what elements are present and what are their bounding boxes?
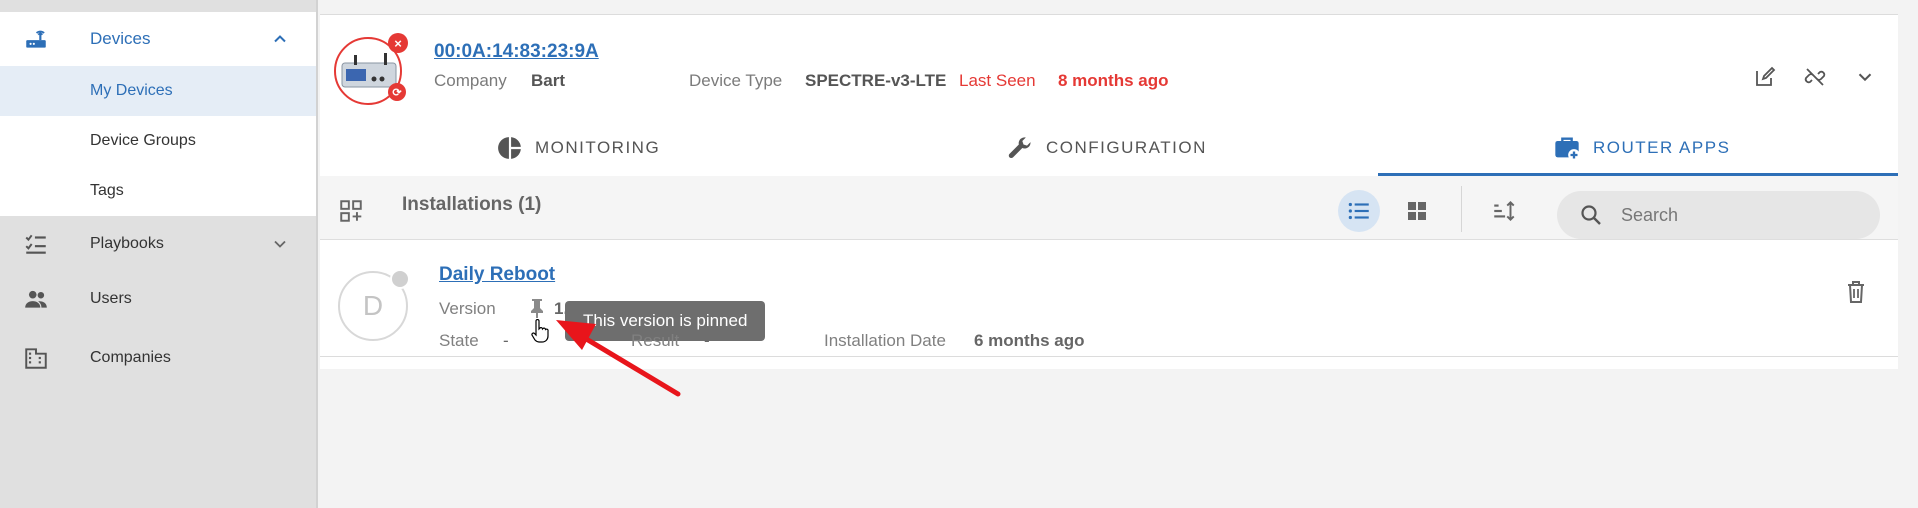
sidebar-item-tags[interactable]: Tags — [0, 166, 316, 216]
installation-date-value: 6 months ago — [974, 331, 1085, 350]
sidebar-item-label: Users — [90, 289, 132, 307]
result-label: Result — [631, 331, 680, 350]
device-card: × ⟳ 00:0A:14:83:23:9A Company Bart Devic… — [320, 14, 1898, 369]
sidebar: Devices My Devices Device Groups Tags Pl… — [0, 0, 318, 508]
device-type-label: Device Type — [689, 71, 783, 90]
delete-icon[interactable] — [1841, 277, 1871, 307]
list-view-icon[interactable] — [1338, 190, 1380, 232]
checklist-icon — [22, 230, 50, 258]
add-app-grid-icon[interactable] — [330, 190, 372, 232]
tab-configuration[interactable]: CONFIGURATION — [1006, 123, 1207, 173]
tab-label: MONITORING — [535, 138, 661, 157]
pie-chart-icon — [498, 137, 521, 159]
installations-toolbar: Installations (1) — [320, 176, 1898, 240]
building-icon — [22, 344, 50, 372]
disconnected-badge-icon: × — [388, 33, 408, 53]
search-icon — [1581, 205, 1601, 225]
result-value: - — [704, 331, 710, 350]
search-input[interactable] — [1621, 202, 1861, 228]
installation-row: D Daily Reboot Version 1.1 This version … — [320, 241, 1898, 357]
company-value: Bart — [531, 71, 566, 90]
installation-date-label: Installation Date — [824, 331, 946, 350]
sidebar-item-label: Device Groups — [90, 132, 196, 149]
sidebar-item-my-devices[interactable]: My Devices — [0, 66, 316, 116]
last-seen-value: 8 months ago — [1058, 71, 1169, 90]
sidebar-item-label: My Devices — [90, 82, 173, 99]
tab-label: ROUTER APPS — [1593, 138, 1731, 157]
sidebar-item-playbooks[interactable]: Playbooks — [0, 216, 316, 271]
sidebar-item-device-groups[interactable]: Device Groups — [0, 116, 316, 166]
devices-section: Devices My Devices Device Groups Tags — [0, 12, 316, 216]
toolbar-divider — [1461, 186, 1462, 232]
app-name-link[interactable]: Daily Reboot — [439, 264, 555, 286]
status-dot — [390, 269, 410, 289]
sidebar-item-label: Playbooks — [90, 234, 164, 252]
tab-bar: MONITORING CONFIGURATION ROUTER APPS — [320, 123, 1898, 173]
sidebar-item-label: Devices — [90, 29, 151, 48]
device-mac-link[interactable]: 00:0A:14:83:23:9A — [434, 41, 599, 63]
tab-monitoring[interactable]: MONITORING — [497, 123, 660, 173]
wrench-icon — [1008, 137, 1031, 159]
hand-cursor-icon — [530, 318, 550, 348]
main-content: × ⟳ 00:0A:14:83:23:9A Company Bart Devic… — [320, 0, 1918, 508]
installations-title: Installations (1) — [402, 194, 542, 215]
sidebar-item-users[interactable]: Users — [0, 271, 316, 326]
people-icon — [22, 285, 50, 313]
search-box[interactable] — [1557, 191, 1880, 239]
tab-router-apps[interactable]: ROUTER APPS — [1553, 123, 1730, 173]
version-label: Version — [439, 299, 496, 318]
sidebar-item-devices[interactable]: Devices — [0, 12, 316, 66]
last-seen-label: Last Seen — [959, 71, 1036, 90]
sidebar-item-label: Tags — [90, 182, 124, 199]
chevron-down-icon[interactable] — [1850, 62, 1880, 92]
sidebar-item-companies[interactable]: Companies — [0, 326, 316, 390]
tab-label: CONFIGURATION — [1046, 138, 1207, 157]
edit-icon[interactable] — [1750, 62, 1780, 92]
grid-view-icon[interactable] — [1396, 190, 1438, 232]
chevron-down-icon[interactable] — [270, 234, 290, 254]
unlink-icon[interactable] — [1800, 62, 1830, 92]
company-label: Company — [434, 71, 507, 90]
state-value: - — [503, 331, 509, 350]
device-type-value: SPECTRE-v3-LTE — [805, 71, 947, 90]
briefcase-plus-icon — [1555, 137, 1580, 161]
state-label: State — [439, 331, 479, 350]
sync-error-badge-icon: ⟳ — [388, 83, 406, 101]
router-icon — [22, 25, 50, 53]
sort-icon[interactable] — [1483, 190, 1525, 232]
sidebar-item-label: Companies — [90, 349, 171, 366]
chevron-up-icon[interactable] — [270, 29, 290, 49]
